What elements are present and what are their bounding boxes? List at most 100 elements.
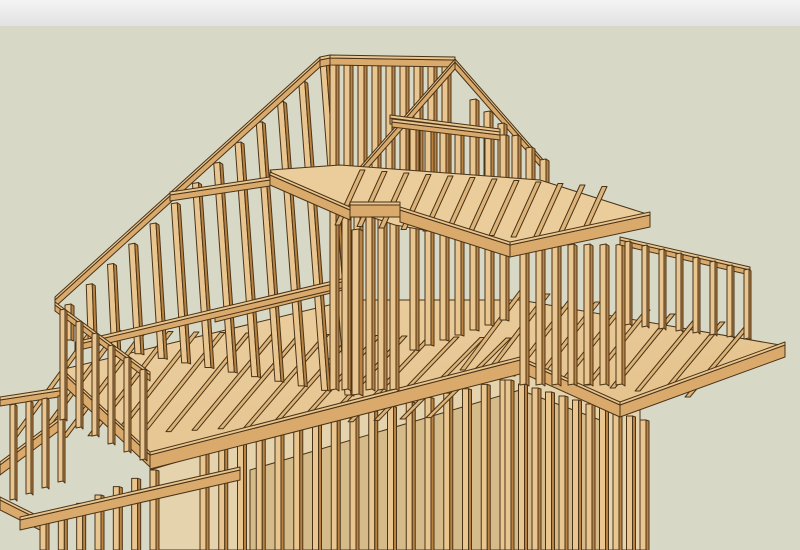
stud bbox=[274, 432, 282, 550]
stud bbox=[405, 401, 413, 550]
stud bbox=[480, 383, 488, 550]
stud bbox=[518, 383, 525, 550]
house-framing-model[interactable] bbox=[0, 0, 800, 550]
stud-side bbox=[411, 401, 416, 550]
stud-side bbox=[449, 392, 454, 550]
stud bbox=[535, 243, 543, 386]
stud-side bbox=[714, 260, 718, 337]
stud bbox=[443, 392, 451, 550]
stud bbox=[519, 243, 527, 386]
stud-side bbox=[541, 243, 546, 387]
stud-side bbox=[377, 60, 382, 182]
stud bbox=[365, 188, 373, 391]
stud-side bbox=[618, 411, 623, 550]
stud bbox=[572, 399, 579, 550]
stud bbox=[357, 60, 365, 181]
stud bbox=[293, 427, 301, 550]
beam bbox=[349, 204, 401, 218]
stud bbox=[351, 228, 360, 396]
stud-side bbox=[349, 60, 354, 182]
stud-side bbox=[589, 243, 594, 387]
stud bbox=[387, 405, 394, 550]
stud bbox=[599, 407, 606, 550]
stud-side bbox=[112, 344, 116, 446]
stud-side bbox=[335, 60, 340, 182]
stud bbox=[409, 119, 417, 351]
stud bbox=[424, 397, 432, 550]
stud bbox=[558, 395, 566, 550]
stud-side bbox=[468, 388, 472, 550]
stud bbox=[123, 356, 130, 453]
stud-side bbox=[46, 397, 50, 490]
stud bbox=[424, 122, 432, 346]
stud-side bbox=[224, 445, 229, 550]
stud-side bbox=[486, 383, 491, 550]
stud bbox=[9, 403, 16, 501]
stud bbox=[709, 260, 716, 336]
stud-side bbox=[646, 244, 650, 329]
stud-side bbox=[525, 243, 530, 387]
stud bbox=[107, 344, 114, 445]
stud bbox=[330, 418, 338, 550]
stud-side bbox=[430, 397, 435, 550]
stud bbox=[675, 252, 682, 332]
stud bbox=[329, 188, 337, 391]
3d-model-viewport[interactable] bbox=[0, 0, 800, 550]
stud bbox=[329, 60, 337, 181]
stud bbox=[149, 469, 157, 550]
stud bbox=[343, 60, 351, 181]
stud-side bbox=[510, 379, 515, 550]
stud-side bbox=[551, 391, 555, 550]
stud-side bbox=[697, 256, 701, 335]
stud-side bbox=[371, 188, 376, 392]
stud bbox=[545, 391, 552, 550]
stud-side bbox=[358, 228, 364, 397]
stud bbox=[585, 403, 593, 550]
stud-side bbox=[645, 419, 650, 550]
stud-side bbox=[355, 414, 360, 550]
stud-side bbox=[14, 403, 18, 502]
stud bbox=[551, 243, 559, 386]
stud bbox=[641, 244, 648, 328]
stud-side bbox=[205, 449, 210, 550]
stud bbox=[658, 248, 665, 330]
stud bbox=[139, 368, 146, 461]
stud bbox=[75, 320, 82, 429]
stud-side bbox=[632, 415, 636, 550]
stud-side bbox=[318, 423, 322, 550]
beam-top bbox=[349, 201, 401, 206]
stud-side bbox=[243, 440, 247, 550]
stud bbox=[25, 400, 32, 495]
stud bbox=[743, 268, 750, 340]
stud-side bbox=[128, 356, 132, 454]
stud bbox=[131, 477, 139, 550]
stud bbox=[615, 243, 623, 386]
stud-side bbox=[299, 427, 304, 550]
stud-side bbox=[280, 432, 285, 550]
stud bbox=[91, 332, 98, 437]
stud-side bbox=[137, 477, 142, 550]
stud bbox=[349, 414, 357, 550]
stud-side bbox=[605, 243, 610, 387]
stud-side bbox=[557, 243, 562, 387]
stud-side bbox=[629, 240, 633, 327]
stud-side bbox=[155, 469, 160, 550]
stud-side bbox=[96, 332, 100, 438]
stud bbox=[41, 397, 48, 489]
stud bbox=[504, 379, 512, 550]
stud-side bbox=[64, 308, 68, 422]
stud bbox=[567, 243, 575, 386]
stud bbox=[462, 388, 469, 550]
stud-side bbox=[680, 252, 684, 333]
stud bbox=[692, 256, 699, 334]
stud bbox=[368, 410, 376, 550]
stud-side bbox=[374, 410, 379, 550]
stud bbox=[531, 387, 539, 550]
stud-side bbox=[144, 368, 148, 462]
stud-side bbox=[415, 119, 420, 352]
stud-side bbox=[748, 268, 752, 341]
stud bbox=[255, 436, 263, 550]
stud-side bbox=[591, 403, 596, 550]
stud-side bbox=[393, 405, 397, 550]
stud bbox=[624, 240, 631, 326]
